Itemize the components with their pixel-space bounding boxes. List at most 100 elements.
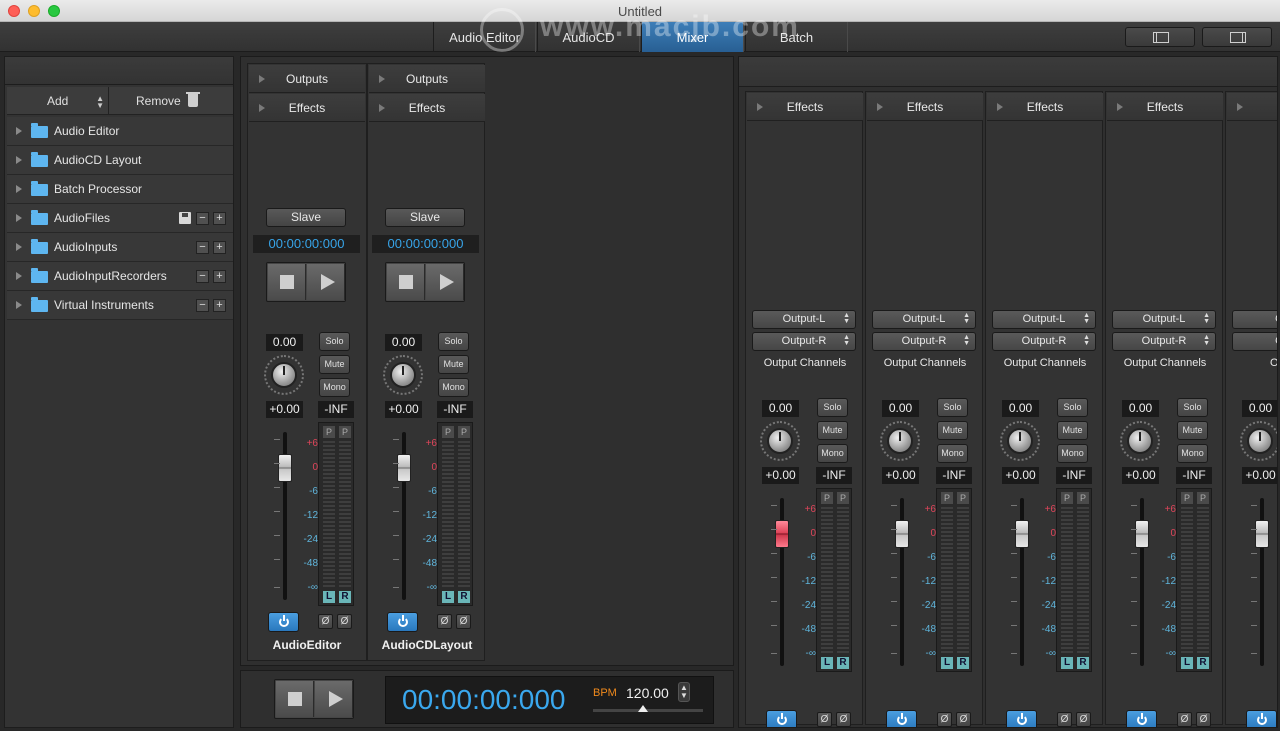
gain-value[interactable]: +0.00 (1242, 467, 1277, 484)
peak-hold-left[interactable]: P (941, 492, 953, 504)
tree-item-virtual-instruments[interactable]: Virtual Instruments − + (7, 291, 233, 320)
mono-button[interactable]: Mono (1057, 444, 1088, 463)
mono-button[interactable]: Mono (319, 378, 350, 397)
output-left-select[interactable]: Out ▲▼ (1232, 310, 1277, 329)
phase-invert-right[interactable]: Ø (456, 614, 471, 629)
disclosure-triangle-icon[interactable] (16, 127, 22, 135)
mute-button[interactable]: Mute (817, 421, 848, 440)
disclosure-triangle-icon[interactable] (16, 214, 22, 222)
pan-value[interactable]: 0.00 (1002, 400, 1039, 417)
stop-button[interactable] (268, 264, 306, 300)
add-button[interactable]: Add ▲ ▼ (7, 87, 109, 115)
bpm-slider-thumb[interactable] (637, 705, 648, 712)
add-plus-button[interactable]: + (213, 270, 226, 283)
pan-knob[interactable] (1007, 428, 1033, 454)
mute-button[interactable]: Mute (1057, 421, 1088, 440)
peak-hold-right[interactable]: P (1197, 492, 1209, 504)
phase-invert-left[interactable]: Ø (437, 614, 452, 629)
main-play-button[interactable] (315, 681, 353, 717)
peak-hold-right[interactable]: P (458, 426, 470, 438)
phase-invert-right[interactable]: Ø (337, 614, 352, 629)
strip-power-button[interactable] (1126, 710, 1157, 727)
peak-hold-left[interactable]: P (1061, 492, 1073, 504)
pan-value[interactable]: 0.00 (762, 400, 799, 417)
outputs-section-toggle[interactable]: Outputs (369, 65, 485, 93)
peak-hold-left[interactable]: P (1181, 492, 1193, 504)
phase-invert-right[interactable]: Ø (836, 712, 851, 727)
peak-hold-left[interactable]: P (821, 492, 833, 504)
mute-button[interactable]: Mute (438, 355, 469, 374)
phase-invert-left[interactable]: Ø (937, 712, 952, 727)
output-left-select[interactable]: Output-L ▲ ▼ (752, 310, 856, 329)
collapse-minus-button[interactable]: − (196, 212, 209, 225)
output-left-select[interactable]: Output-L ▲ ▼ (872, 310, 976, 329)
solo-button[interactable]: Solo (817, 398, 848, 417)
mono-button[interactable]: Mono (1177, 444, 1208, 463)
main-stop-button[interactable] (276, 681, 314, 717)
tree-item-audioinputs[interactable]: AudioInputs − + (7, 233, 233, 262)
disclosure-triangle-icon[interactable] (16, 243, 22, 251)
pan-knob[interactable] (887, 428, 913, 454)
disclosure-triangle-icon[interactable] (16, 301, 22, 309)
peak-hold-left[interactable]: P (323, 426, 335, 438)
gain-value[interactable]: +0.00 (1002, 467, 1039, 484)
pan-value[interactable]: 0.00 (1122, 400, 1159, 417)
effects-section-toggle[interactable]: Effects (987, 93, 1103, 121)
phase-invert-left[interactable]: Ø (1057, 712, 1072, 727)
phase-invert-right[interactable]: Ø (956, 712, 971, 727)
mono-button[interactable]: Mono (937, 444, 968, 463)
effects-section-toggle[interactable]: Effects (249, 94, 365, 122)
pan-knob[interactable] (1127, 428, 1153, 454)
effects-section-toggle[interactable]: Effects (1107, 93, 1223, 121)
phase-invert-left[interactable]: Ø (817, 712, 832, 727)
peak-hold-right[interactable]: P (837, 492, 849, 504)
stop-button[interactable] (387, 264, 425, 300)
slave-button[interactable]: Slave (266, 208, 346, 227)
slave-button[interactable]: Slave (385, 208, 465, 227)
pan-knob[interactable] (390, 362, 416, 388)
bpm-slider[interactable] (593, 705, 703, 712)
tree-item-audiocd-layout[interactable]: AudioCD Layout (7, 146, 233, 175)
solo-button[interactable]: Solo (438, 332, 469, 351)
phase-invert-left[interactable]: Ø (318, 614, 333, 629)
collapse-minus-button[interactable]: − (196, 241, 209, 254)
mute-button[interactable]: Mute (319, 355, 350, 374)
remove-button[interactable]: Remove (110, 87, 233, 115)
output-right-select[interactable]: Output-R ▲ ▼ (1112, 332, 1216, 351)
mute-button[interactable]: Mute (937, 421, 968, 440)
strip-power-button[interactable] (1246, 710, 1277, 727)
disclosure-triangle-icon[interactable] (16, 185, 22, 193)
disclosure-triangle-icon[interactable] (16, 156, 22, 164)
tree-item-batch-processor[interactable]: Batch Processor (7, 175, 233, 204)
solo-button[interactable]: Solo (1177, 398, 1208, 417)
mute-button[interactable]: Mute (1177, 421, 1208, 440)
gain-value[interactable]: +0.00 (1122, 467, 1159, 484)
bpm-stepper[interactable]: ▲ ▼ (678, 682, 690, 702)
save-disk-icon[interactable] (179, 212, 191, 224)
output-left-select[interactable]: Output-L ▲ ▼ (992, 310, 1096, 329)
effects-section-toggle[interactable]: Ef (1227, 93, 1277, 121)
mono-button[interactable]: Mono (438, 378, 469, 397)
effects-section-toggle[interactable]: Effects (867, 93, 983, 121)
strip-power-button[interactable] (1006, 710, 1037, 727)
strip-power-button[interactable] (387, 612, 418, 632)
pan-value[interactable]: 0.00 (266, 334, 303, 351)
toggle-right-pane-button[interactable] (1202, 27, 1272, 47)
tree-item-audioinputrecorders[interactable]: AudioInputRecorders − + (7, 262, 233, 291)
pan-value[interactable]: 0.00 (1242, 400, 1277, 417)
collapse-minus-button[interactable]: − (196, 270, 209, 283)
gain-value[interactable]: +0.00 (882, 467, 919, 484)
solo-button[interactable]: Solo (937, 398, 968, 417)
play-button[interactable] (307, 264, 345, 300)
strip-power-button[interactable] (766, 710, 797, 727)
output-left-select[interactable]: Output-L ▲ ▼ (1112, 310, 1216, 329)
phase-invert-right[interactable]: Ø (1076, 712, 1091, 727)
add-plus-button[interactable]: + (213, 241, 226, 254)
gain-value[interactable]: +0.00 (762, 467, 799, 484)
output-right-select[interactable]: Output-R ▲ ▼ (992, 332, 1096, 351)
bpm-value[interactable]: 120.00 (626, 685, 669, 701)
add-plus-button[interactable]: + (213, 299, 226, 312)
add-plus-button[interactable]: + (213, 212, 226, 225)
pan-value[interactable]: 0.00 (882, 400, 919, 417)
strip-power-button[interactable] (268, 612, 299, 632)
